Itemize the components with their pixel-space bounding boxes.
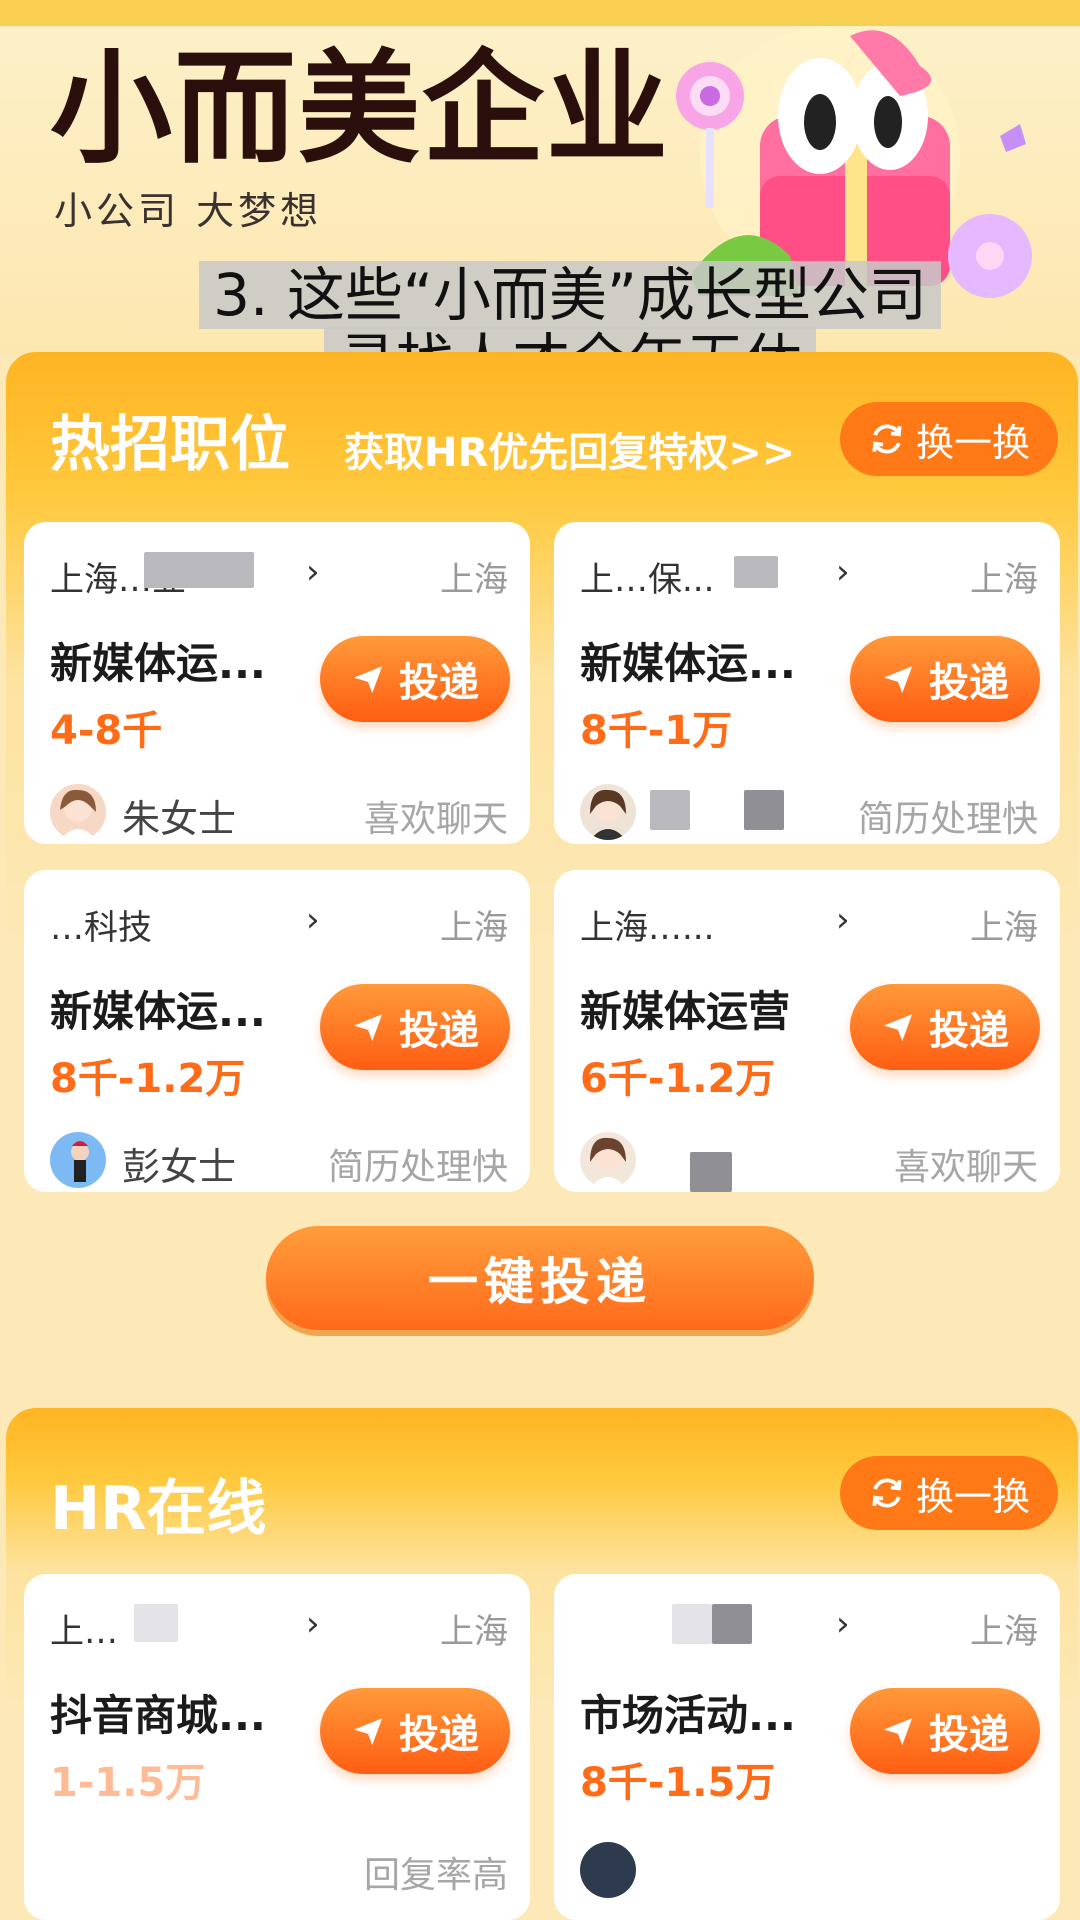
city: 上海 [970, 1612, 1038, 1652]
redacted-block [144, 552, 254, 588]
apply-button[interactable]: 投递 [320, 1688, 510, 1774]
send-icon [353, 666, 383, 694]
refresh-icon [872, 1478, 902, 1508]
redacted-block [672, 1604, 712, 1644]
hr-tag: 回复率高 [363, 1855, 508, 1896]
hr-name: 朱女士 [122, 797, 237, 841]
salary: 8千-1万 [580, 708, 733, 754]
status-bar [0, 0, 1080, 26]
job-card[interactable]: …科技 › 上海 新媒体运... 8千-1.2万 投递 彭女士 简历处理快 [24, 870, 530, 1192]
chevron-right-icon: › [306, 552, 320, 592]
refresh-button[interactable]: 换一换 [840, 402, 1058, 476]
redacted-block [734, 556, 778, 588]
city: 上海 [970, 560, 1038, 600]
hr-priority-link[interactable]: 获取HR优先回复特权>> [344, 420, 795, 478]
apply-button[interactable]: 投递 [320, 984, 510, 1070]
salary: 8千-1.2万 [50, 1056, 246, 1102]
refresh-label: 换一换 [915, 1474, 1030, 1519]
redacted-block [712, 1604, 752, 1644]
city: 上海 [440, 1612, 508, 1652]
send-icon [883, 666, 913, 694]
apply-button[interactable]: 投递 [850, 984, 1040, 1070]
redacted-block [690, 1152, 732, 1192]
one-click-apply-button[interactable]: 一键投递 [266, 1226, 814, 1330]
section-title: HR在线 [50, 1474, 267, 1544]
job-card[interactable]: › 上海 市场活动... 8千-1.5万 投递 [554, 1574, 1060, 1920]
job-card[interactable]: 上… › 上海 抖音商城... 1-1.5万 投递 回复率高 [24, 1574, 530, 1920]
apply-label: 投递 [929, 1008, 1009, 1054]
job-card[interactable]: 上…保... › 上海 新媒体运... 8千-1万 投递 简历处理快 [554, 522, 1060, 844]
apply-label: 投递 [929, 1712, 1009, 1758]
hr-tag: 简历处理快 [327, 1147, 508, 1188]
section-title: 热招职位 [50, 410, 290, 480]
city: 上海 [440, 560, 508, 600]
job-title: 抖音商城... [50, 1691, 266, 1740]
job-title: 新媒体运... [50, 639, 266, 688]
page-subtitle: 小公司 大梦想 [54, 189, 323, 233]
hr-name: 彭女士 [122, 1145, 237, 1189]
job-title: 新媒体运... [50, 987, 266, 1036]
salary: 4-8千 [50, 708, 163, 754]
job-card[interactable]: 上海…... › 上海 新媒体运营 6千-1.2万 投递 喜欢聊天 [554, 870, 1060, 1192]
send-icon [353, 1718, 383, 1746]
chevron-right-icon: › [306, 1604, 320, 1644]
chevron-right-icon: › [836, 1604, 850, 1644]
apply-label: 投递 [399, 660, 479, 706]
apply-button[interactable]: 投递 [850, 1688, 1040, 1774]
hot-jobs-section: 热招职位 获取HR优先回复特权>> 换一换 上海…业 › 上海 新媒体运... … [6, 352, 1078, 1372]
apply-label: 投递 [929, 660, 1009, 706]
redacted-block [744, 790, 784, 830]
salary: 1-1.5万 [50, 1760, 206, 1806]
avatar [580, 784, 636, 840]
company-name: 上… [50, 1612, 118, 1652]
page-title: 小而美企业 [50, 38, 670, 180]
avatar [50, 784, 106, 840]
apply-label: 投递 [399, 1712, 479, 1758]
hr-tag: 简历处理快 [857, 799, 1038, 840]
company-name: 上海…... [580, 908, 715, 948]
refresh-label: 换一换 [915, 420, 1030, 465]
refresh-button[interactable]: 换一换 [840, 1456, 1058, 1530]
hr-online-section: HR在线 换一换 上… › 上海 抖音商城... 1-1.5万 投递 回复率高 … [6, 1408, 1078, 1920]
salary: 6千-1.2万 [580, 1056, 776, 1102]
send-icon [353, 1014, 383, 1042]
refresh-icon [872, 424, 902, 454]
avatar [50, 1132, 106, 1188]
chevron-right-icon: › [836, 552, 850, 592]
salary: 8千-1.5万 [580, 1760, 776, 1806]
hr-tag: 喜欢聊天 [363, 799, 508, 840]
redacted-block [134, 1604, 178, 1642]
redacted-block [650, 790, 690, 830]
apply-label: 投递 [399, 1008, 479, 1054]
job-card[interactable]: 上海…业 › 上海 新媒体运... 4-8千 投递 朱女士 喜欢聊天 [24, 522, 530, 844]
avatar [580, 1842, 636, 1898]
city: 上海 [970, 908, 1038, 948]
chevron-right-icon: › [836, 900, 850, 940]
company-name: 上…保... [580, 560, 715, 600]
chevron-right-icon: › [306, 900, 320, 940]
caption-line-1: 3. 这些“小而美”成长型公司 [199, 261, 941, 329]
send-icon [883, 1718, 913, 1746]
avatar [580, 1132, 636, 1188]
hr-tag: 喜欢聊天 [893, 1147, 1038, 1188]
company-name: …科技 [50, 908, 152, 948]
job-title: 市场活动... [580, 1691, 796, 1740]
apply-button[interactable]: 投递 [850, 636, 1040, 722]
apply-button[interactable]: 投递 [320, 636, 510, 722]
job-title: 新媒体运... [580, 639, 796, 688]
send-icon [883, 1014, 913, 1042]
city: 上海 [440, 908, 508, 948]
job-title: 新媒体运营 [580, 987, 791, 1036]
